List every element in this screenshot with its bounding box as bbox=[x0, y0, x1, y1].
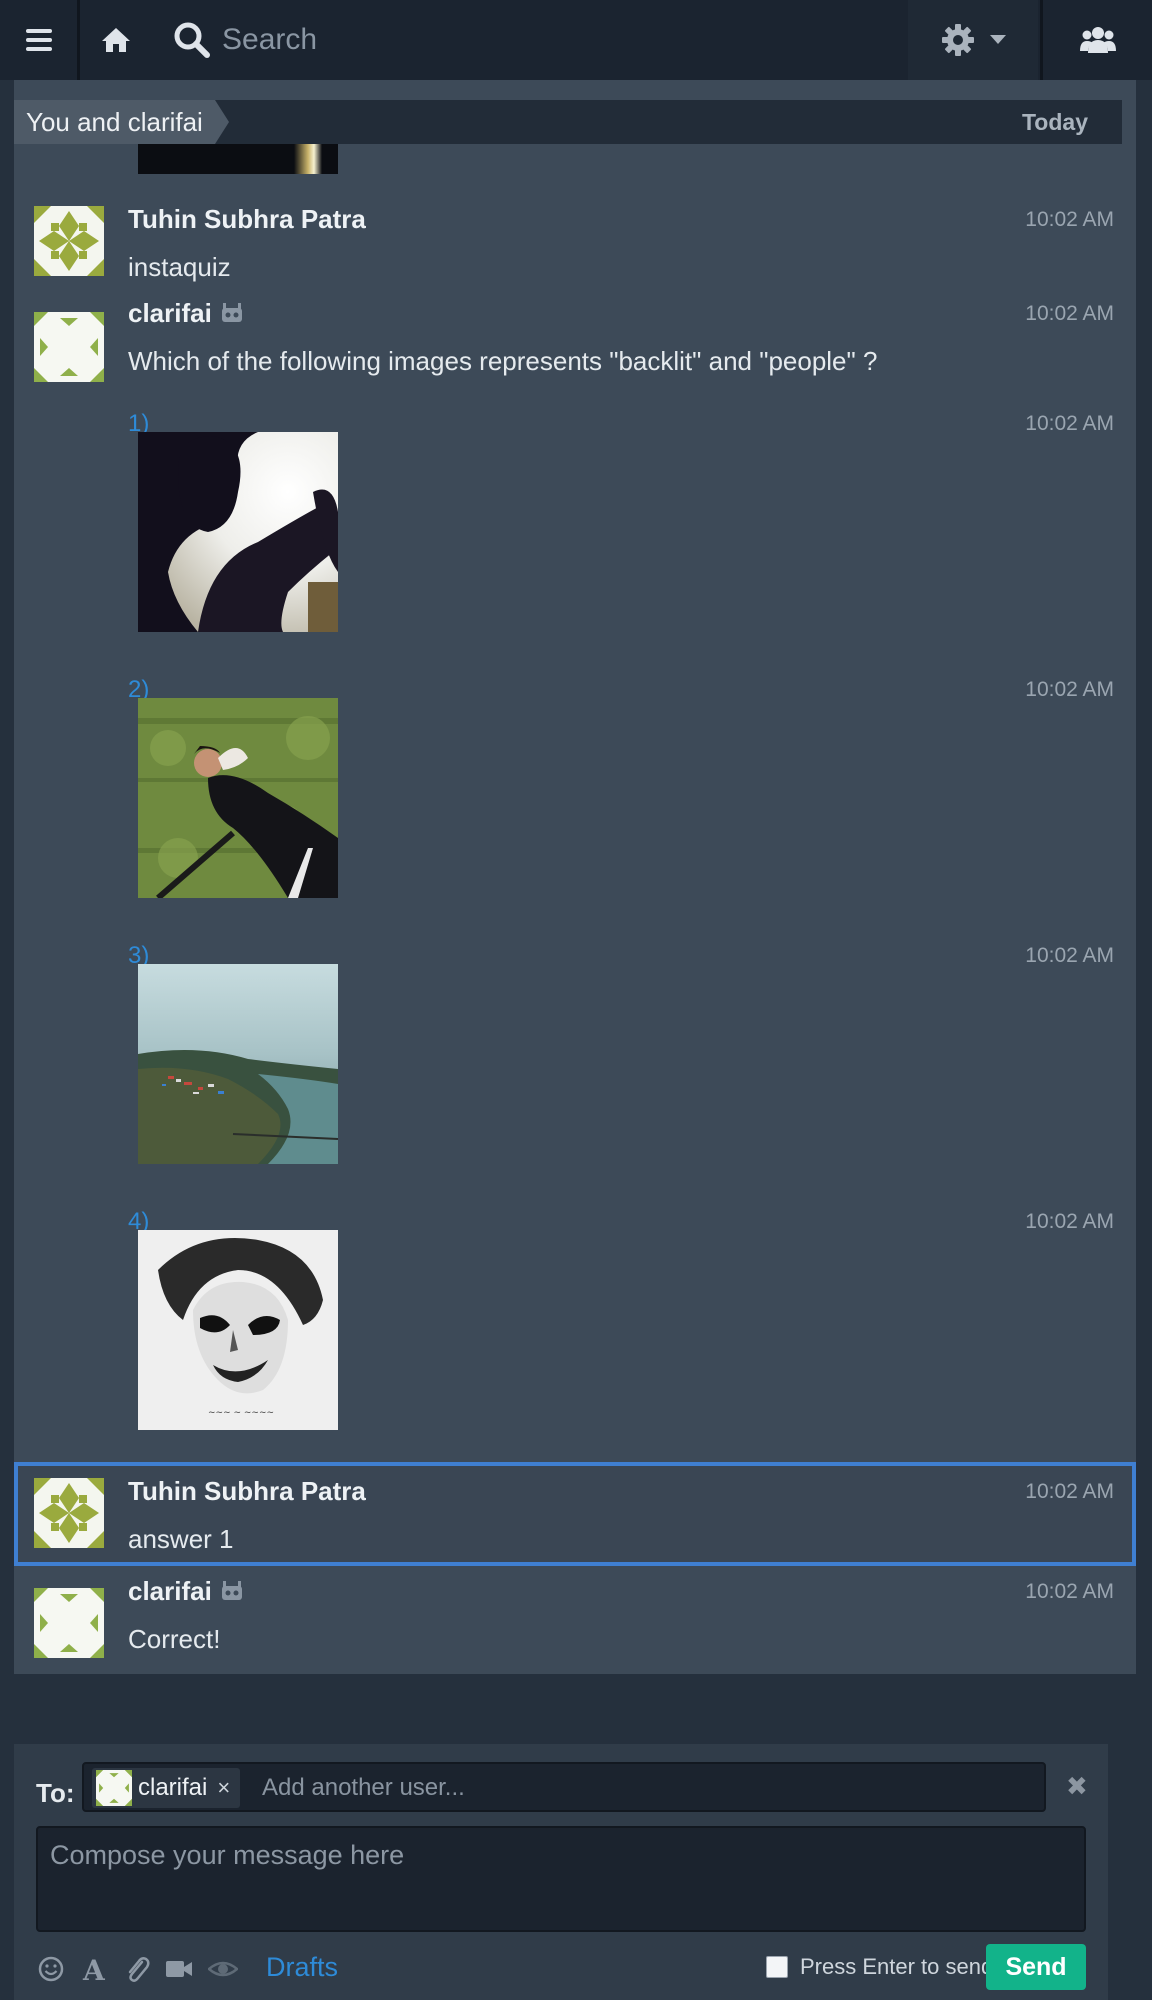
home-icon[interactable] bbox=[100, 24, 132, 56]
conversation-title: You and clarifai bbox=[14, 100, 229, 144]
message-time: 10:02 AM bbox=[1025, 302, 1114, 325]
search-icon[interactable] bbox=[172, 20, 212, 60]
message-time: 10:02 AM bbox=[1025, 1210, 1114, 1233]
sender-name[interactable]: Tuhin Subhra Patra bbox=[128, 1476, 366, 1507]
quiz-option: 3) 10:02 AM bbox=[14, 942, 1136, 1182]
svg-text:A: A bbox=[82, 1954, 106, 1984]
add-user-input[interactable] bbox=[262, 1770, 962, 1806]
conversation-header: You and clarifai Today bbox=[14, 100, 1122, 144]
close-icon[interactable]: ✖ bbox=[1066, 1772, 1088, 1802]
avatar[interactable] bbox=[34, 1478, 104, 1548]
menu-button[interactable] bbox=[0, 0, 80, 80]
message-time: 10:02 AM bbox=[1025, 208, 1114, 231]
search-input[interactable] bbox=[222, 18, 882, 62]
chevron-down-icon bbox=[990, 35, 1006, 44]
quiz-image-river[interactable] bbox=[138, 964, 338, 1164]
quiz-image-backlit[interactable] bbox=[138, 432, 338, 632]
bot-icon bbox=[221, 303, 242, 323]
avatar bbox=[96, 1770, 132, 1806]
chat-panel: You and clarifai Today Tuhin Subhra Patr… bbox=[14, 80, 1136, 1674]
video-icon[interactable] bbox=[164, 1954, 194, 1984]
avatar[interactable] bbox=[34, 312, 104, 382]
recipient-chip[interactable]: clarifai × bbox=[92, 1768, 241, 1808]
avatar[interactable] bbox=[34, 206, 104, 276]
enter-to-send-label: Press Enter to send bbox=[800, 1954, 994, 1979]
selected-message[interactable]: Tuhin Subhra Patra answer 1 10:02 AM bbox=[14, 1462, 1136, 1566]
avatar[interactable] bbox=[34, 1588, 104, 1658]
recipient-name: clarifai bbox=[138, 1774, 208, 1801]
message-time: 10:02 AM bbox=[1025, 1480, 1114, 1503]
message-text: Correct! bbox=[128, 1624, 221, 1654]
quiz-option: 2) 10:02 AM bbox=[14, 676, 1136, 916]
quiz-image-grass[interactable] bbox=[138, 698, 338, 898]
sender-name-text: clarifai bbox=[128, 1576, 212, 1606]
users-icon bbox=[1079, 27, 1116, 53]
message-text: instaquiz bbox=[128, 252, 231, 282]
message-input[interactable] bbox=[36, 1826, 1086, 1932]
bot-icon bbox=[221, 1581, 242, 1601]
gear-icon bbox=[942, 24, 974, 56]
sender-name[interactable]: clarifai bbox=[128, 298, 244, 329]
to-label: To: bbox=[36, 1778, 75, 1808]
paperclip-icon[interactable] bbox=[122, 1954, 152, 1984]
settings-dropdown[interactable] bbox=[908, 0, 1038, 80]
compose-panel: To: clarifai × ✖ A bbox=[14, 1744, 1108, 2000]
quiz-option: 1) 10:02 AM bbox=[14, 410, 1136, 650]
font-format-icon[interactable]: A bbox=[80, 1954, 110, 1984]
previous-message-image bbox=[138, 144, 338, 174]
message-time: 10:02 AM bbox=[1025, 1580, 1114, 1603]
recipient-field[interactable]: clarifai × bbox=[82, 1762, 1046, 1812]
quiz-image-sketch[interactable]: ~~~ ~ ~~~~ bbox=[138, 1230, 338, 1430]
message-item: clarifai Which of the following images r… bbox=[14, 298, 1136, 398]
users-button[interactable] bbox=[1040, 0, 1152, 80]
emoji-icon[interactable] bbox=[36, 1954, 66, 1984]
remove-recipient-icon[interactable]: × bbox=[217, 1775, 230, 1800]
quiz-option: 4) 10:02 AM ~~~ ~ ~~~~ bbox=[14, 1208, 1136, 1448]
send-button[interactable]: Send bbox=[986, 1944, 1086, 1990]
message-item: clarifai Correct! 10:02 AM bbox=[14, 1576, 1136, 1670]
menu-icon bbox=[25, 29, 52, 51]
svg-text:~~~ ~ ~~~~: ~~~ ~ ~~~~ bbox=[208, 1408, 274, 1418]
enter-to-send-checkbox[interactable] bbox=[766, 1956, 788, 1978]
sender-name[interactable]: clarifai bbox=[128, 1576, 244, 1607]
conversation-date: Today bbox=[1021, 109, 1088, 135]
message-time: 10:02 AM bbox=[1025, 412, 1114, 435]
sender-name-text: clarifai bbox=[128, 298, 212, 328]
message-text: Which of the following images represents… bbox=[128, 346, 878, 376]
message-time: 10:02 AM bbox=[1025, 944, 1114, 967]
message-text: answer 1 bbox=[128, 1524, 234, 1554]
eye-icon[interactable] bbox=[208, 1954, 238, 1984]
top-navbar bbox=[0, 0, 1152, 80]
drafts-link[interactable]: Drafts bbox=[266, 1952, 338, 1983]
sender-name[interactable]: Tuhin Subhra Patra bbox=[128, 204, 366, 235]
message-time: 10:02 AM bbox=[1025, 678, 1114, 701]
message-item: Tuhin Subhra Patra instaquiz 10:02 AM bbox=[14, 190, 1136, 282]
